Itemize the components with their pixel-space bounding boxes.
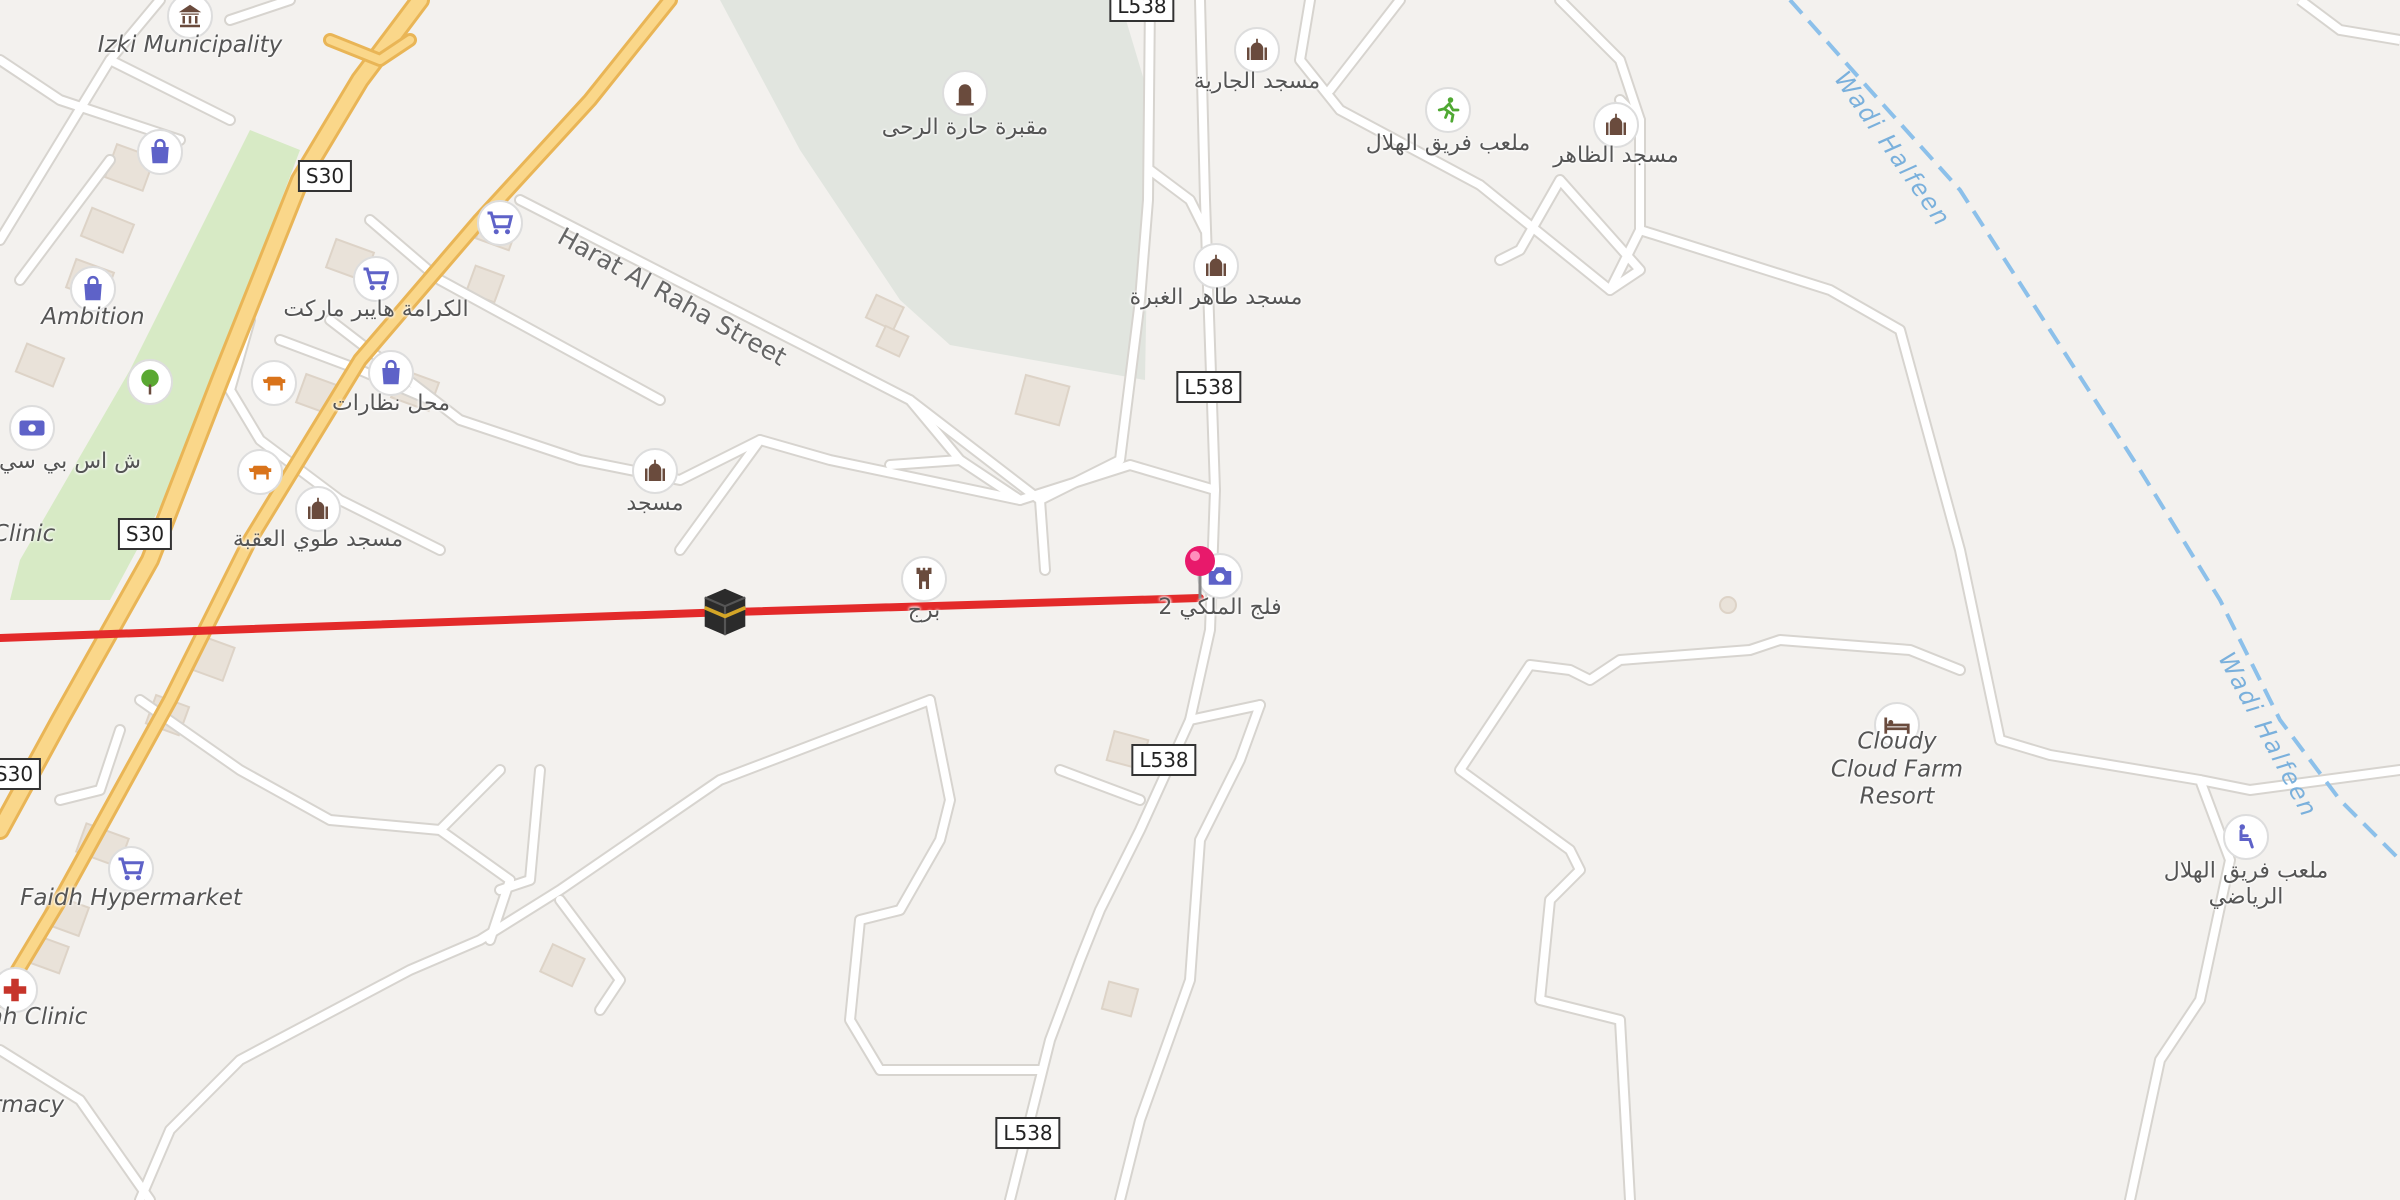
cemetery-area: [720, 0, 1150, 380]
poi-label-mosque-tawi-aqaba: مسجد طوي العقبة: [232, 526, 404, 552]
poi-label-faidh-hypermarket: Faidh Hypermarket: [20, 885, 242, 912]
map-canvas[interactable]: S30 S30 S30 L538 L538 L538 L538 Harat Al…: [0, 0, 2400, 1200]
kaaba-icon[interactable]: [695, 582, 755, 642]
mosque-icon[interactable]: [1234, 27, 1280, 73]
poi-label-bank: ش اس بي سي: [0, 448, 142, 474]
poi-label-cloudy-cloud-farm-resort: Cloudy Cloud Farm Resort: [1830, 728, 1964, 810]
shopping-cart-icon[interactable]: [353, 256, 399, 302]
poi-label-optics-shop: محل نظارات: [332, 390, 450, 416]
banknote-icon[interactable]: [9, 405, 55, 451]
poi-label-hilal-sports-field: ملعب فريق الهلال الرياضي: [2163, 858, 2329, 910]
poi-label-pharmacy: rmacy: [0, 1092, 65, 1119]
poi-label-falaj-al-malki: فلج الملكي 2: [1158, 594, 1282, 620]
poi-label-mosque-al-zahir: مسجد الظاهر: [1553, 142, 1679, 168]
road-shield-l538: L538: [1176, 371, 1242, 403]
poi-label-tower: برج: [907, 597, 941, 623]
poi-label-mosque-tahir-ghabra: مسجد طاهر الغبرة: [1129, 284, 1303, 310]
running-icon[interactable]: [1425, 87, 1471, 133]
poi-label-izki-municipality: Izki Municipality: [97, 32, 283, 59]
road-shield-s30: S30: [0, 758, 42, 790]
mosque-icon[interactable]: [295, 486, 341, 532]
road-shield-s30: S30: [297, 160, 353, 192]
shopping-bag-icon[interactable]: [137, 129, 183, 175]
shopping-cart-icon[interactable]: [477, 200, 523, 246]
poi-label-karama-hypermarket: الكرامة هايبر ماركت: [283, 296, 469, 322]
buildings: [14, 142, 1737, 1018]
road-shield-l538: L538: [1109, 0, 1175, 22]
route-line: [0, 594, 1204, 642]
poi-label-hilal-team-field: ملعب فريق الهلال: [1365, 130, 1531, 156]
poi-label-mosque: مسجد: [626, 490, 684, 516]
road-shield-l538: L538: [995, 1117, 1061, 1149]
location-pin-icon[interactable]: [1183, 545, 1217, 601]
grave-icon[interactable]: [942, 70, 988, 116]
mosque-icon[interactable]: [1193, 243, 1239, 289]
shopping-bag-icon[interactable]: [368, 350, 414, 396]
road-shield-l538: L538: [1131, 744, 1197, 776]
poi-label-clinic-lower: ah Clinic: [0, 1004, 88, 1031]
road-shield-s30: S30: [117, 518, 173, 550]
tree-icon[interactable]: [127, 359, 173, 405]
poi-label-ambition: Ambition: [41, 304, 145, 331]
sports-centre-icon[interactable]: [2223, 814, 2269, 860]
poi-label-clinic: Clinic: [0, 521, 56, 548]
tower-icon[interactable]: [901, 556, 947, 602]
cow-icon[interactable]: [237, 449, 283, 495]
poi-label-cemetery: مقبرة حارة الرحى: [881, 114, 1049, 140]
mosque-icon[interactable]: [1593, 102, 1639, 148]
mosque-icon[interactable]: [632, 448, 678, 494]
cow-icon[interactable]: [251, 360, 297, 406]
poi-label-mosque-al-jariya: مسجد الجارية: [1193, 68, 1321, 94]
